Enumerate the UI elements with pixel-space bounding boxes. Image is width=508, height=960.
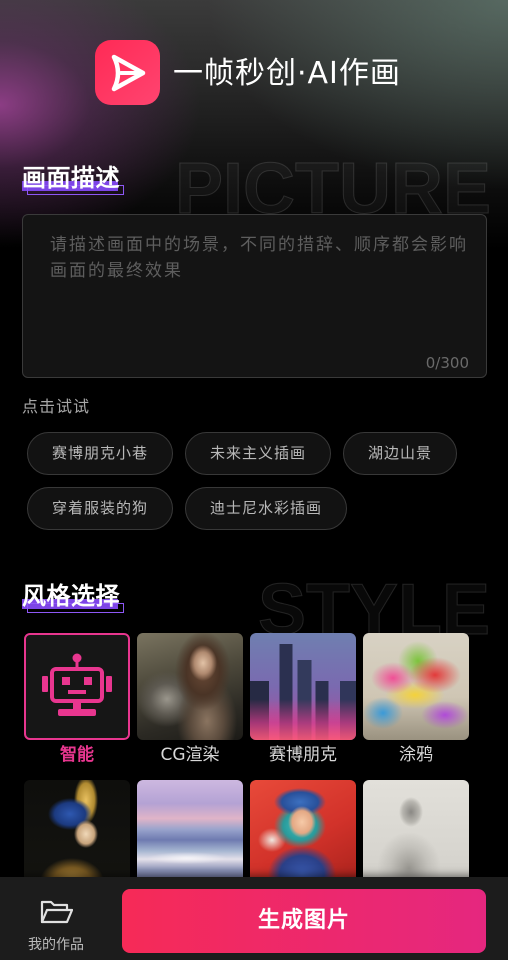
style-tile-cg-render[interactable] <box>137 633 243 740</box>
my-works-button[interactable]: 我的作品 <box>20 890 92 954</box>
style-grid-row-2 <box>24 780 469 887</box>
app-logo-icon <box>95 40 160 105</box>
style-tile-smart[interactable] <box>24 633 130 740</box>
style-tile[interactable] <box>250 780 356 887</box>
cg-render-thumbnail <box>137 633 243 740</box>
graffiti-thumbnail <box>363 633 469 740</box>
description-heading-text: 画面描述 <box>22 164 120 192</box>
suggestion-chip[interactable]: 未来主义插画 <box>185 432 332 475</box>
style-labels-row-1: 智能 CG渲染 赛博朋克 涂鸦 <box>24 744 469 766</box>
suggestions-label: 点击试试 <box>22 397 91 416</box>
app-title: 一帧秒创·AI作画 <box>173 56 401 91</box>
style-tile[interactable] <box>137 780 243 887</box>
suggestion-chip[interactable]: 赛博朋克小巷 <box>27 432 174 475</box>
style-tile[interactable] <box>363 780 469 887</box>
play-arrow-icon <box>111 54 146 92</box>
suggestion-chips-row-2: 穿着服装的狗 迪士尼水彩插画 <box>27 487 348 530</box>
my-works-label: 我的作品 <box>28 937 84 953</box>
bottom-bar: 我的作品 生成图片 <box>0 877 508 960</box>
style-label: 智能 <box>60 745 94 765</box>
style-tile[interactable] <box>24 780 130 887</box>
style-heading: 风格选择 <box>22 581 132 617</box>
style-label: 涂鸦 <box>399 745 433 765</box>
char-counter: 0/300 <box>425 354 469 372</box>
description-input[interactable] <box>22 214 487 378</box>
generate-image-button[interactable]: 生成图片 <box>122 889 486 953</box>
sketch-thumbnail <box>363 780 469 887</box>
style-tile-graffiti[interactable] <box>363 633 469 740</box>
style-label: 赛博朋克 <box>269 745 337 765</box>
suggestion-chip[interactable]: 湖边山景 <box>343 432 458 475</box>
suggestion-chip[interactable]: 迪士尼水彩插画 <box>185 487 348 530</box>
description-box: 0/300 <box>22 214 487 378</box>
cyberpunk-thumbnail <box>250 633 356 740</box>
suggestion-chips-row-1: 赛博朋克小巷 未来主义插画 湖边山景 <box>27 432 458 475</box>
folder-icon <box>40 900 73 924</box>
style-label: CG渲染 <box>160 745 220 765</box>
style-heading-text: 风格选择 <box>22 582 120 610</box>
robot-icon <box>42 653 112 716</box>
watercolor-thumbnail <box>137 780 243 887</box>
description-heading: 画面描述 <box>22 163 132 199</box>
style-grid-row-1 <box>24 633 469 740</box>
cartoon-thumbnail <box>250 780 356 887</box>
suggestion-chip[interactable]: 穿着服装的狗 <box>27 487 174 530</box>
style-tile-cyberpunk[interactable] <box>250 633 356 740</box>
portrait-painting-thumbnail <box>24 780 130 887</box>
